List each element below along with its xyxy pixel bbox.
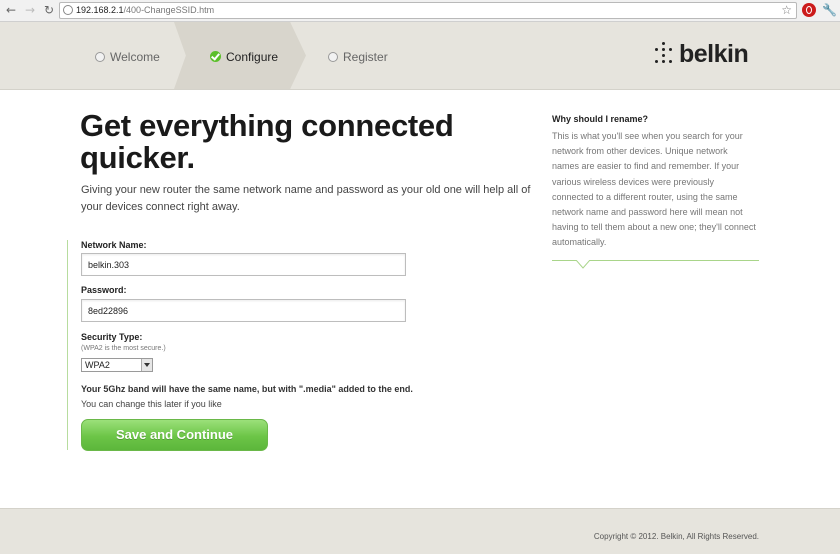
sidebar-text: This is what you'll see when you search … — [552, 131, 756, 248]
setup-header: Welcome Configure Register belkin — [0, 22, 840, 90]
bookmark-star-icon[interactable]: ☆ — [781, 3, 792, 18]
logo-dots-icon — [652, 42, 676, 66]
step-register: Register — [328, 49, 388, 65]
form-divider — [67, 240, 68, 450]
save-and-continue-button[interactable]: Save and Continue — [81, 419, 268, 451]
back-icon[interactable]: ← — [4, 3, 18, 17]
security-selected-value: WPA2 — [85, 360, 110, 370]
network-name-input[interactable] — [81, 253, 406, 276]
url-path: /400-ChangeSSID.htm — [123, 5, 215, 15]
step-label: Configure — [226, 50, 279, 64]
page-icon — [63, 5, 73, 15]
step-pending-icon — [328, 52, 338, 62]
step-configure: Configure — [210, 49, 278, 65]
forward-icon[interactable]: → — [23, 3, 37, 17]
browser-toolbar: ← → ↻ 192.168.2.1/400-ChangeSSID.htm ☆ 🔧 — [0, 0, 840, 22]
security-hint: (WPA2 is the most secure.) — [81, 345, 166, 352]
step-welcome: Welcome — [95, 49, 160, 65]
logo-text: belkin — [679, 40, 749, 68]
checkmark-icon — [210, 51, 221, 62]
network-name-label: Network Name: — [81, 240, 147, 250]
sidebar-notch-icon — [576, 260, 590, 269]
sidebar-title: Why should I rename? — [552, 114, 649, 124]
page-title: Get everything connected quicker. — [80, 108, 454, 175]
address-bar[interactable]: 192.168.2.1/400-ChangeSSID.htm ☆ — [59, 2, 797, 19]
step-pending-icon — [95, 52, 105, 62]
change-later-note: You can change this later if you like — [81, 399, 222, 409]
reload-icon[interactable]: ↻ — [42, 3, 56, 17]
step-label: Welcome — [110, 50, 160, 64]
dropdown-arrow-icon[interactable] — [141, 359, 152, 371]
step-label: Register — [343, 50, 388, 64]
wrench-menu-icon[interactable]: 🔧 — [822, 3, 837, 17]
url-host: 192.168.2.1 — [76, 5, 124, 15]
copyright-text: Copyright © 2012. Belkin, All Rights Res… — [593, 532, 759, 541]
5ghz-note: Your 5Ghz band will have the same name, … — [81, 384, 413, 394]
security-type-label: Security Type: — [81, 332, 143, 342]
security-type-select[interactable]: WPA2 — [81, 358, 153, 372]
extension-icon[interactable] — [802, 3, 816, 17]
page-footer: Copyright © 2012. Belkin, All Rights Res… — [0, 508, 840, 554]
page-subtitle: Giving your new router the same network … — [81, 184, 531, 213]
password-label: Password: — [81, 285, 127, 295]
password-input[interactable] — [81, 299, 406, 322]
